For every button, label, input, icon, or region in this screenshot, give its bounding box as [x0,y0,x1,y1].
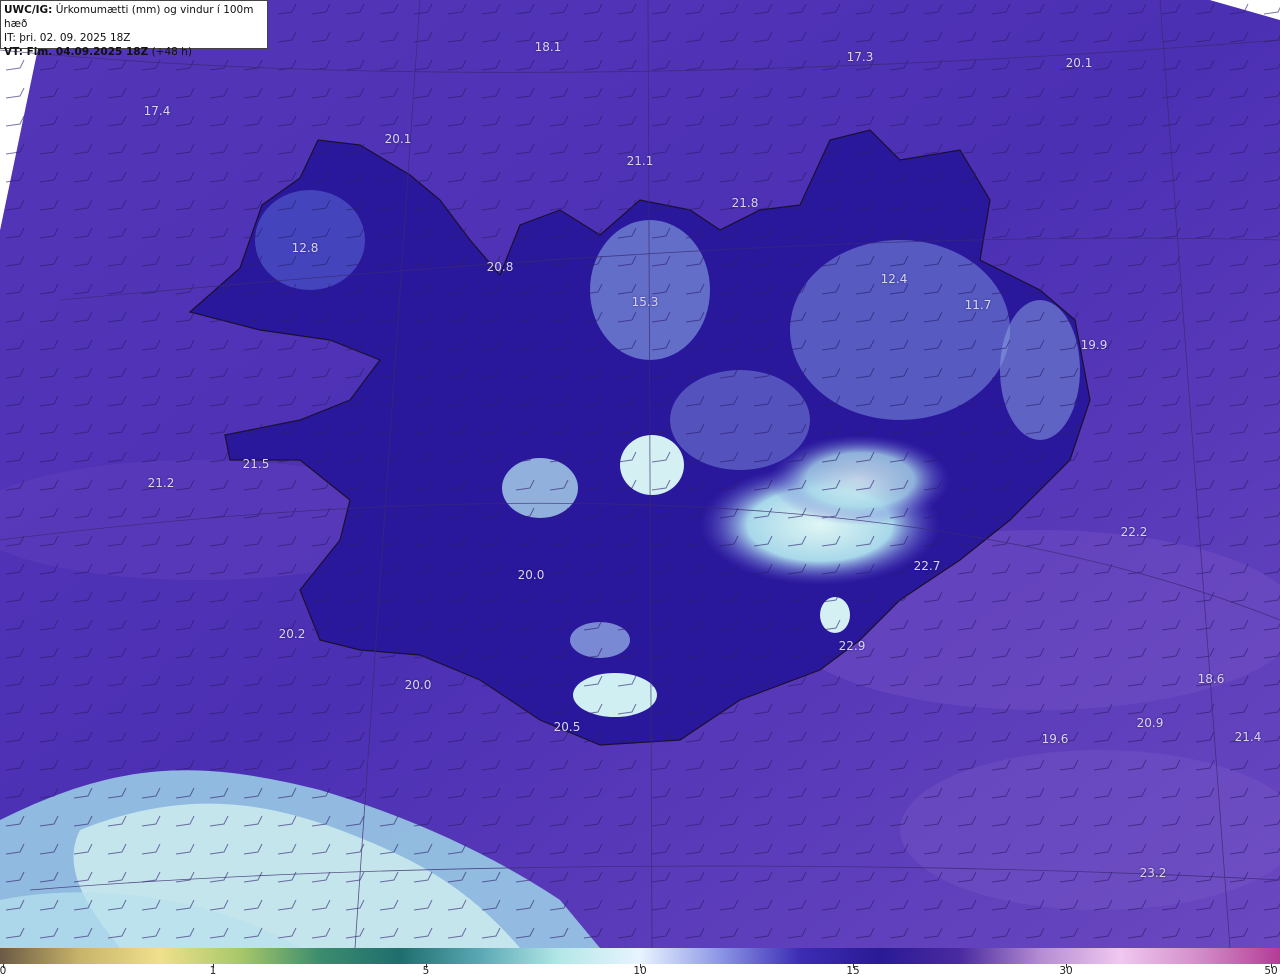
value-label: 20.0 [517,568,545,582]
value-label: 11.7 [964,298,992,312]
initial-time: IT: þri. 02. 09. 2025 18Z [4,32,131,44]
colorbar-tick-label: 15 [846,965,860,977]
value-label: 21.5 [242,457,270,471]
value-label: 19.9 [1080,338,1108,352]
info-box: UWC/IG: Úrkomumætti (mm) og vindur í 100… [0,0,268,58]
colorbar-tick-label: 0 [0,965,7,977]
value-label: 18.1 [534,40,562,54]
value-label: 12.8 [291,241,319,255]
valid-offset: (+48 h) [151,46,192,58]
colorbar-strip [0,948,1280,964]
value-label: 15.3 [631,295,659,309]
model-label: UWC/IG: [4,4,53,16]
value-label: 17.4 [143,104,171,118]
colorbar-tick-label: 50 [1264,965,1278,977]
precip-map [0,0,1280,948]
valid-time: VT: Fim. 04.09.2025 18Z [4,46,149,58]
value-label: 20.9 [1136,716,1164,730]
value-label: 20.8 [486,260,514,274]
value-label: 21.4 [1234,730,1262,744]
value-label: 20.1 [384,132,412,146]
value-label: 21.2 [147,476,175,490]
colorbar-tick-label: 5 [422,965,430,977]
colorbar-tick-label: 10 [633,965,647,977]
value-label: 21.1 [626,154,654,168]
value-label: 23.2 [1139,866,1167,880]
value-label: 21.8 [731,196,759,210]
value-label: 20.2 [278,627,306,641]
value-label: 22.9 [838,639,866,653]
colorbar-tick-label: 1 [209,965,217,977]
value-label: 20.0 [404,678,432,692]
colorbar-tick-label: 30 [1059,965,1073,977]
value-label: 19.6 [1041,732,1069,746]
value-label: 22.2 [1120,525,1148,539]
value-label: 17.3 [846,50,874,64]
colorbar: 0 1 5 10 15 30 50 [0,948,1280,978]
value-label: 18.6 [1197,672,1225,686]
value-label: 12.4 [880,272,908,286]
value-label: 22.7 [913,559,941,573]
value-label: 20.1 [1065,56,1093,70]
value-label: 20.5 [553,720,581,734]
